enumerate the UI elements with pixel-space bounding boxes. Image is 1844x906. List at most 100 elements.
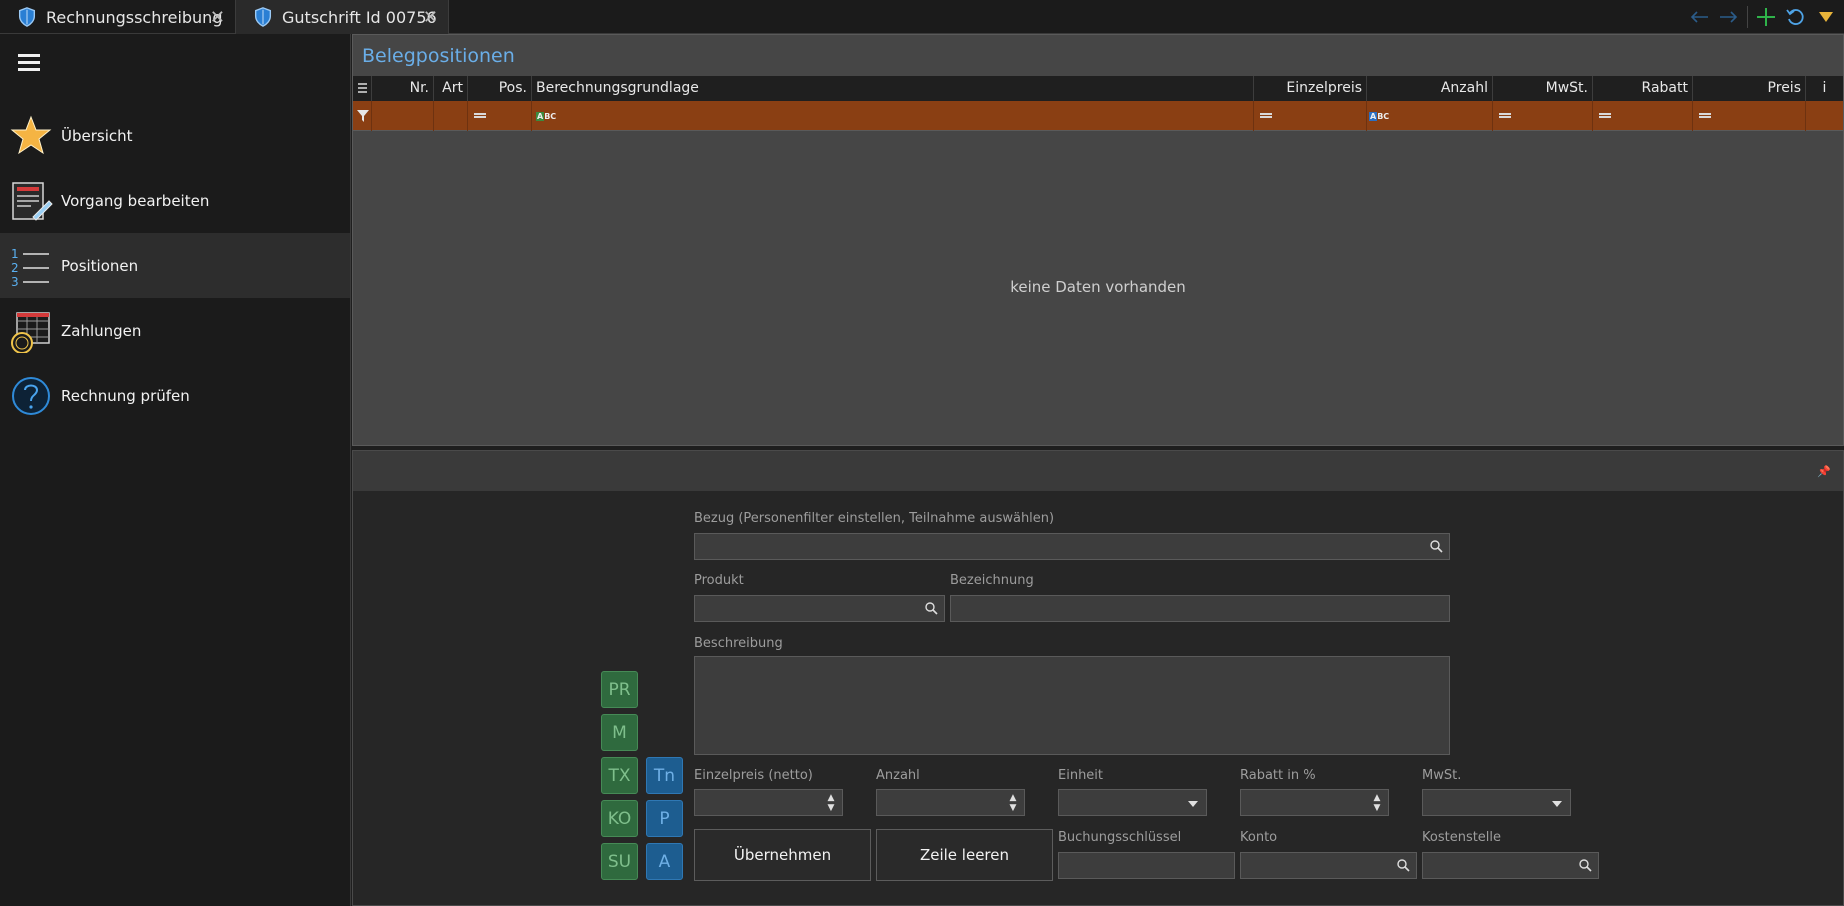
quick-button-p[interactable]: P [646,800,683,837]
column-header-info[interactable]: i [1806,76,1843,101]
beschreibung-label: Beschreibung [694,636,783,651]
bezeichnung-input[interactable] [950,595,1450,622]
numbered-list-icon: 123 [11,247,49,288]
search-icon[interactable] [1579,859,1592,872]
quick-button-tx[interactable]: TX [601,757,638,794]
back-arrow-icon[interactable] [1687,5,1711,29]
beschreibung-textarea[interactable] [694,656,1450,755]
filter-cell-rabatt[interactable] [1593,101,1693,131]
chevron-down-icon[interactable] [1188,801,1198,807]
payment-table-icon [11,311,50,353]
sidebar-item-rechnung-pruefen[interactable]: Rechnung prüfen [0,363,350,428]
panel-title: Belegpositionen [362,45,515,67]
sidebar-item-vorgang-bearbeiten[interactable]: Vorgang bearbeiten [0,168,350,233]
buchungsschluessel-input[interactable] [1058,852,1235,879]
pin-icon[interactable]: 📌 [1817,465,1831,478]
sidebar-item-label: Positionen [61,256,139,275]
filter-cell-berechnungsgrundlage[interactable]: ABC [532,101,1254,131]
sidebar-item-label: Zahlungen [61,321,142,340]
search-icon[interactable] [1430,540,1443,553]
equals-operator-icon[interactable] [1699,113,1711,118]
anzahl-stepper[interactable]: ▲ ▼ [876,789,1025,816]
column-header-anzahl[interactable]: Anzahl [1367,76,1493,101]
einheit-label: Einheit [1058,768,1104,783]
quick-button-pr[interactable]: PR [601,671,638,708]
filter-cell-pos[interactable] [468,101,532,131]
refresh-icon[interactable] [1784,5,1808,29]
filter-cell-nr[interactable] [372,101,434,131]
dropdown-triangle-icon[interactable] [1814,5,1838,29]
rabatt-stepper[interactable]: ▲ ▼ [1240,789,1389,816]
close-icon[interactable]: ✕ [210,7,225,28]
filter-cell-preis[interactable] [1693,101,1806,131]
shield-icon [18,7,36,27]
bezeichnung-label: Bezeichnung [950,573,1034,588]
column-header-preis[interactable]: Preis [1693,76,1806,101]
filter-cell-einzelpreis[interactable] [1254,101,1367,131]
column-header-einzelpreis[interactable]: Einzelpreis [1254,76,1367,101]
tab-rechnungsschreibung[interactable]: Rechnungsschreibung ✕ [0,0,236,34]
search-icon[interactable] [925,602,938,615]
quick-button-m[interactable]: M [601,714,638,751]
forward-arrow-icon[interactable] [1717,5,1741,29]
close-icon[interactable]: ✕ [423,7,438,28]
spinner-arrows-icon[interactable]: ▲ ▼ [1372,793,1382,813]
zeile-leeren-button[interactable]: Zeile leeren [876,829,1053,881]
equals-operator-icon[interactable] [1599,113,1611,118]
equals-operator-icon[interactable] [474,113,486,118]
filter-cell-info[interactable] [1806,101,1843,131]
edit-document-icon [12,181,53,221]
rabatt-label: Rabatt in % [1240,768,1316,783]
editor-header: 📌 [353,451,1843,491]
toolbar-icons [1687,0,1838,34]
einzelpreis-stepper[interactable]: ▲ ▼ [694,789,843,816]
produkt-input[interactable] [694,595,945,622]
sidebar-item-label: Vorgang bearbeiten [61,191,210,210]
empty-message: keine Daten vorhanden [1010,278,1186,296]
konto-input[interactable] [1240,852,1417,879]
tab-label: Gutschrift Id 00756 [282,7,437,27]
text-contains-operator-icon[interactable]: ABC [536,112,556,121]
filter-cell-mwst[interactable] [1493,101,1593,131]
svg-text:1: 1 [11,247,19,261]
sidebar: Übersicht Vorgang bearbeiten 123 Positio… [0,34,351,906]
chevron-down-icon[interactable] [1552,801,1562,807]
quick-button-tn[interactable]: Tn [646,757,683,794]
mwst-label: MwSt. [1422,768,1462,783]
filter-cell-art[interactable] [434,101,468,131]
text-contains-operator-icon[interactable]: ABC [1369,112,1389,121]
column-header-nr[interactable]: Nr. [372,76,434,101]
search-icon[interactable] [1397,859,1410,872]
spinner-arrows-icon[interactable]: ▲ ▼ [1008,793,1018,813]
belegpositionen-panel: Belegpositionen Nr. Art Pos. Berechnungs… [352,34,1844,446]
equals-operator-icon[interactable] [1260,113,1272,118]
filter-cell-anzahl[interactable]: ABC [1367,101,1493,131]
quick-button-a[interactable]: A [646,843,683,880]
mwst-select[interactable] [1422,789,1571,816]
plus-icon[interactable] [1754,5,1778,29]
quick-button-su[interactable]: SU [601,843,638,880]
quick-button-ko[interactable]: KO [601,800,638,837]
hamburger-menu-icon[interactable] [18,54,40,72]
column-header-mwst[interactable]: MwSt. [1493,76,1593,101]
bezug-input[interactable] [694,533,1450,560]
column-chooser-icon[interactable] [353,76,372,101]
kostenstelle-label: Kostenstelle [1422,830,1502,845]
sidebar-item-zahlungen[interactable]: Zahlungen [0,298,350,363]
spinner-arrows-icon[interactable]: ▲ ▼ [826,793,836,813]
tab-gutschrift[interactable]: Gutschrift Id 00756 ✕ [236,0,449,34]
filter-row: ABC ABC [353,101,1843,131]
einheit-select[interactable] [1058,789,1207,816]
uebernehmen-button[interactable]: Übernehmen [694,829,871,881]
equals-operator-icon[interactable] [1499,113,1511,118]
svg-text:2: 2 [11,261,19,275]
sidebar-item-uebersicht[interactable]: Übersicht [0,103,350,168]
column-header-berechnungsgrundlage[interactable]: Berechnungsgrundlage [532,76,1254,101]
buchungsschluessel-label: Buchungsschlüssel [1058,830,1182,845]
anzahl-label: Anzahl [876,768,920,783]
column-header-pos[interactable]: Pos. [468,76,532,101]
kostenstelle-input[interactable] [1422,852,1599,879]
sidebar-item-positionen[interactable]: 123 Positionen [0,233,350,298]
column-header-art[interactable]: Art [434,76,468,101]
column-header-rabatt[interactable]: Rabatt [1593,76,1693,101]
